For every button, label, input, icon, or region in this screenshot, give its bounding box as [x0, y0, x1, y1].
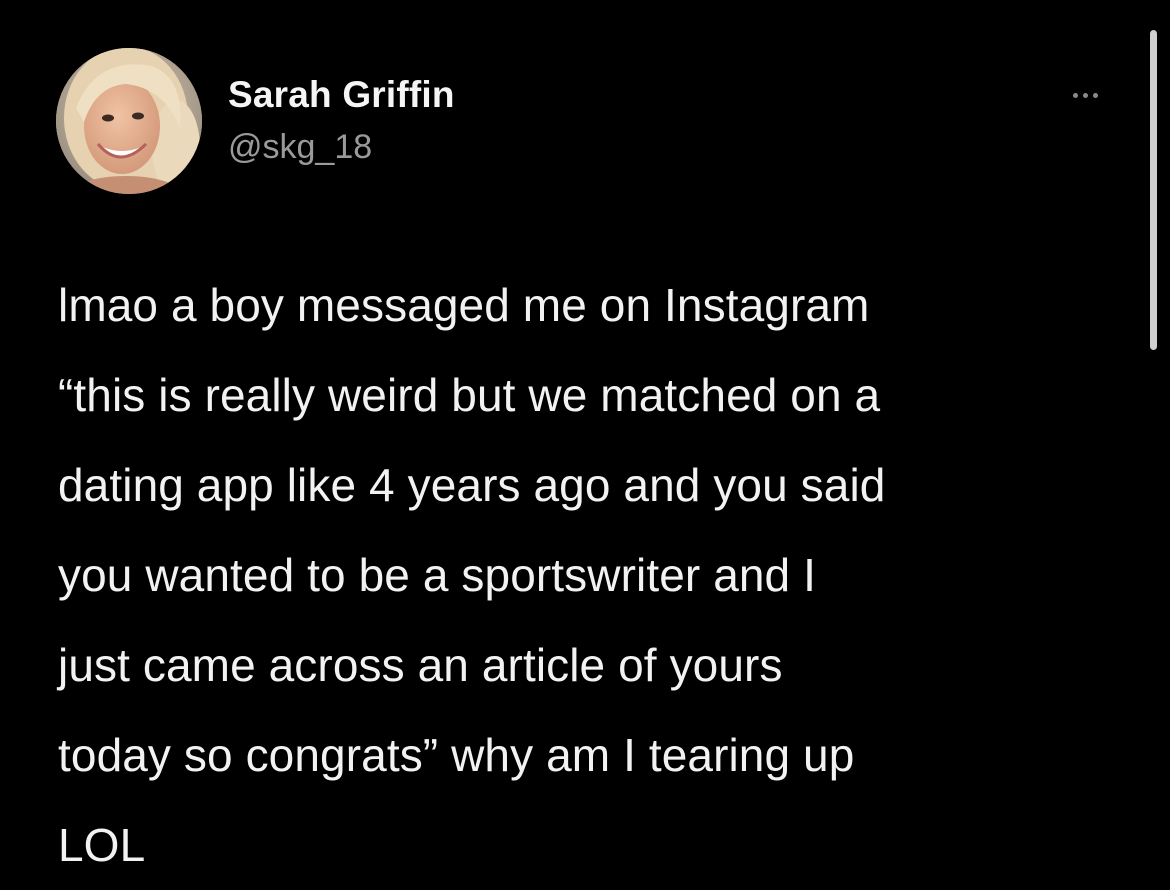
profile-photo [56, 48, 202, 194]
ellipsis-icon-dot [1092, 92, 1098, 98]
tweet-text-line: today so congrats” why am I tearing up [58, 729, 855, 781]
ellipsis-icon [1072, 92, 1078, 98]
tweet-text-line: dating app like 4 years ago and you said [58, 459, 886, 511]
avatar[interactable] [56, 48, 202, 194]
tweet-text-line: LOL [58, 819, 146, 871]
tweet-text-line: “this is really weird but we matched on … [58, 369, 881, 421]
author-display-name[interactable]: Sarah Griffin [228, 74, 455, 116]
tweet-text: lmao a boy messaged me on Instagram “thi… [58, 260, 1138, 890]
scrollbar-thumb[interactable] [1150, 30, 1157, 350]
tweet-text-line: just came across an article of yours [58, 639, 783, 691]
tweet-text-line: you wanted to be a sportswriter and I [58, 549, 817, 601]
ellipsis-icon-dot [1082, 92, 1088, 98]
tweet-card: Sarah Griffin @skg_18 lmao a boy message… [0, 0, 1170, 887]
tweet-text-line: lmao a boy messaged me on Instagram [58, 279, 870, 331]
author-handle[interactable]: @skg_18 [228, 128, 372, 167]
more-options-button[interactable] [1060, 78, 1110, 112]
